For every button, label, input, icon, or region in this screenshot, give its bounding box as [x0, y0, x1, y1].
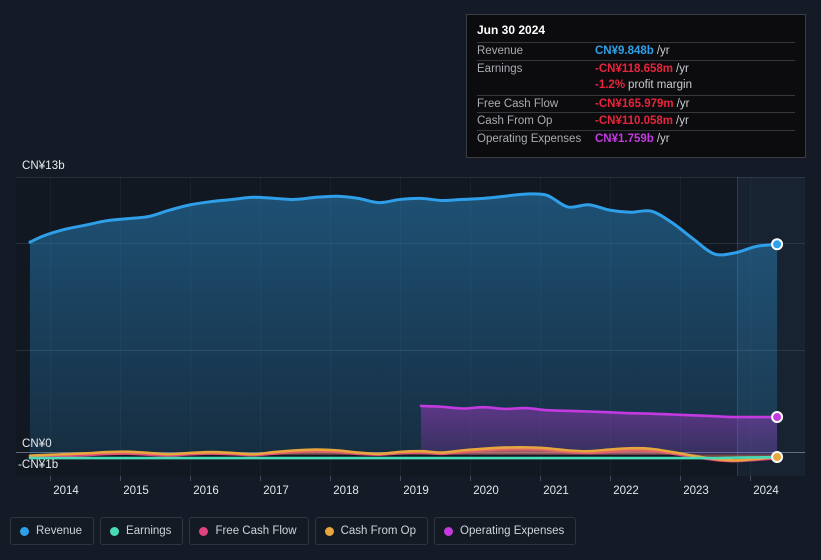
chart-series-svg — [28, 192, 784, 463]
tooltip-label-cash-from-op: Cash From Op — [477, 115, 553, 128]
legend-label-free-cash-flow: Free Cash Flow — [215, 525, 297, 537]
xtick-2019 — [400, 476, 401, 481]
legend-item-cash-from-op[interactable]: Cash From Op — [314, 517, 429, 545]
tooltip-row-free-cash-flow: Free Cash Flow -CN¥165.979m /yr — [477, 94, 795, 113]
xtick-2017 — [260, 476, 261, 481]
tooltip-date: Jun 30 2024 — [477, 23, 546, 37]
financial-chart-root: CN¥13b CN¥0 -CN¥1b 2014 2015 2016 2017 2… — [0, 0, 821, 560]
xtick-2015 — [120, 476, 121, 481]
chart-legend: Revenue Earnings Free Cash Flow Cash Fro… — [10, 517, 577, 545]
series-paths — [28, 192, 779, 463]
legend-dot-cash-from-op-icon — [324, 526, 334, 536]
xtick-2023 — [680, 476, 681, 481]
tooltip-unit-cash-from-op: /yr — [676, 115, 689, 128]
endpoint-marker-cash-from-op — [771, 450, 784, 463]
endpoint-marker-revenue — [771, 238, 784, 251]
x-axis-label-2014: 2014 — [53, 485, 79, 497]
legend-label-cash-from-op: Cash From Op — [340, 525, 417, 537]
y-axis-label-zero: CN¥0 — [22, 438, 52, 450]
tooltip-value-earnings: -CN¥118.658m — [595, 62, 673, 75]
legend-dot-earnings-icon — [110, 526, 120, 536]
tooltip-value-revenue: CN¥9.848b — [595, 45, 654, 57]
tooltip-label-revenue: Revenue — [477, 45, 524, 57]
x-axis-label-2023: 2023 — [683, 485, 709, 497]
x-axis-label-2015: 2015 — [123, 485, 149, 497]
endpoint-marker-operating-expenses — [771, 411, 784, 424]
hover-tooltip: Jun 30 2024 Revenue CN¥9.848b /yr Earnin… — [466, 14, 806, 158]
tooltip-row-earnings: Earnings -CN¥118.658m /yr — [477, 59, 795, 78]
legend-label-earnings: Earnings — [126, 525, 172, 537]
x-axis-label-2019: 2019 — [403, 485, 429, 497]
tooltip-label-earnings: Earnings — [477, 62, 523, 75]
tooltip-unit-free-cash-flow: /yr — [676, 97, 690, 110]
tooltip-unit-revenue: /yr — [656, 45, 670, 57]
x-axis-label-2021: 2021 — [543, 485, 569, 497]
tooltip-row-cash-from-op: Cash From Op -CN¥110.058m /yr — [477, 112, 795, 130]
legend-item-revenue[interactable]: Revenue — [10, 517, 95, 545]
x-axis-label-2020: 2020 — [473, 485, 499, 497]
tooltip-value-operating-expenses: CN¥1.759b — [595, 132, 654, 145]
xtick-2022 — [610, 476, 611, 481]
tooltip-label-operating-expenses: Operating Expenses — [477, 132, 582, 145]
y-axis-label-bottom: -CN¥1b — [18, 459, 59, 471]
xtick-2020 — [470, 476, 471, 481]
line-earnings — [28, 455, 779, 460]
tooltip-unit-operating-expenses: /yr — [656, 132, 670, 145]
xtick-2016 — [190, 476, 191, 481]
legend-item-free-cash-flow[interactable]: Free Cash Flow — [189, 517, 309, 545]
tooltip-row-profit-margin: -1.2% profit margin — [477, 77, 795, 95]
tooltip-label-free-cash-flow: Free Cash Flow — [477, 97, 559, 110]
tooltip-value-profit-margin: -1.2% — [595, 79, 626, 92]
x-axis-label-2017: 2017 — [263, 485, 289, 497]
legend-label-revenue: Revenue — [36, 525, 83, 537]
legend-item-earnings[interactable]: Earnings — [100, 517, 184, 545]
xtick-2021 — [540, 476, 541, 481]
legend-dot-revenue-icon — [20, 526, 29, 536]
tooltip-unit-profit-margin: profit margin — [628, 79, 692, 92]
x-axis-label-2024: 2024 — [753, 485, 779, 497]
x-axis-label-2018: 2018 — [333, 485, 359, 497]
xtick-2024 — [750, 476, 751, 481]
tooltip-unit-earnings: /yr — [676, 62, 689, 75]
x-axis-label-2022: 2022 — [613, 485, 639, 497]
tooltip-row-revenue: Revenue CN¥9.848b /yr — [477, 42, 795, 60]
tooltip-value-free-cash-flow: -CN¥165.979m — [595, 97, 674, 110]
legend-dot-operating-expenses-icon — [444, 526, 454, 536]
chart-plot-area — [16, 177, 805, 476]
tooltip-value-cash-from-op: -CN¥110.058m — [595, 115, 673, 128]
tooltip-row-operating-expenses: Operating Expenses CN¥1.759b /yr — [477, 129, 795, 148]
xtick-2014 — [50, 476, 51, 481]
x-axis-label-2016: 2016 — [193, 485, 219, 497]
y-axis-label-top: CN¥13b — [22, 160, 65, 172]
xtick-2018 — [330, 476, 331, 481]
legend-dot-free-cash-flow-icon — [199, 526, 209, 536]
legend-label-operating-expenses: Operating Expenses — [460, 525, 565, 537]
legend-item-operating-expenses[interactable]: Operating Expenses — [434, 517, 577, 545]
